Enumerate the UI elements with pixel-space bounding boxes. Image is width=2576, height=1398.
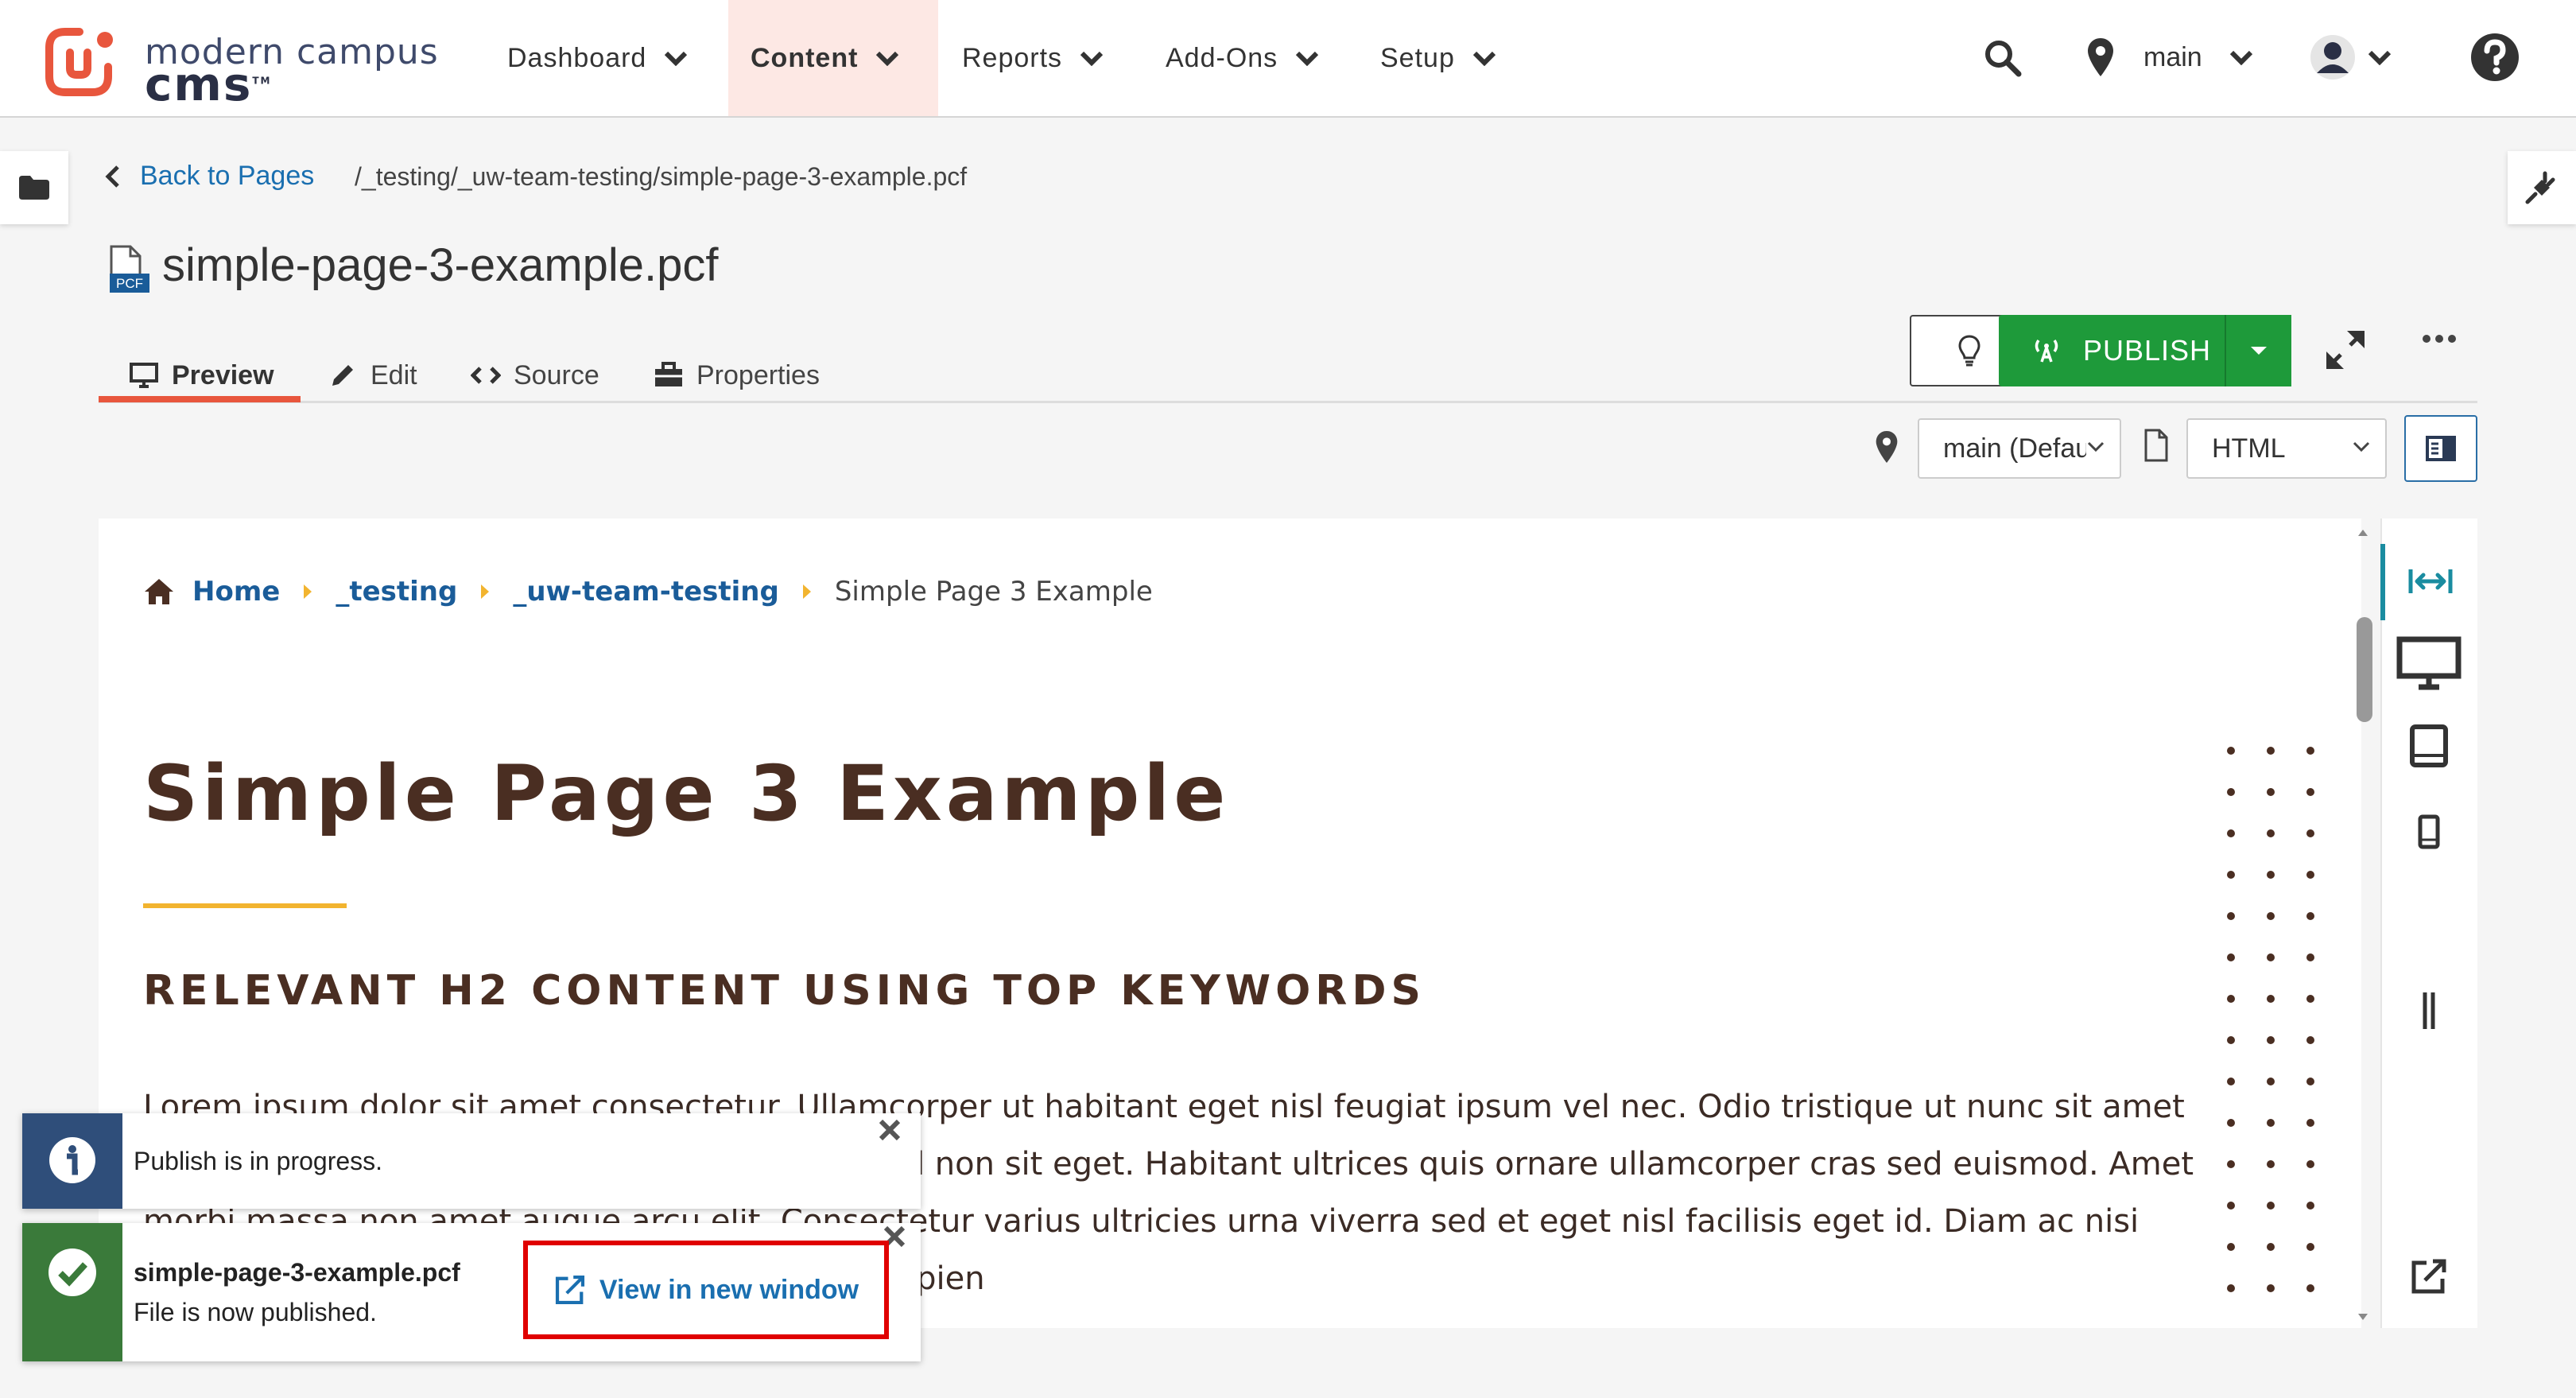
tab-edit[interactable]: Edit xyxy=(328,347,417,404)
nav-content[interactable]: Content xyxy=(728,0,938,116)
file-browser-tab[interactable] xyxy=(0,151,68,224)
user-avatar-icon xyxy=(2310,35,2355,80)
chevron-down-icon xyxy=(665,51,688,66)
file-icon xyxy=(2143,428,2169,463)
more-options-button[interactable] xyxy=(2422,334,2457,344)
fit-width-icon xyxy=(2408,569,2453,593)
output-select[interactable]: HTML xyxy=(2186,418,2387,479)
close-icon xyxy=(879,1119,901,1141)
toggle-side-panel-button[interactable] xyxy=(2404,415,2477,482)
view-in-new-window-button[interactable]: View in new window xyxy=(523,1241,889,1339)
fullscreen-button[interactable] xyxy=(2323,328,2368,372)
back-to-pages-link[interactable]: Back to Pages xyxy=(105,161,314,192)
branch-select[interactable]: main (Default) xyxy=(1918,418,2121,479)
preview-breadcrumb: Home _testing _uw-team-testing Simple Pa… xyxy=(143,576,1153,608)
nav-dashboard[interactable]: Dashboard xyxy=(507,0,688,116)
svg-text:PCF: PCF xyxy=(116,276,143,291)
gadgets-tab[interactable] xyxy=(2508,151,2576,224)
caret-right-icon xyxy=(802,584,811,599)
desktop-icon xyxy=(2396,636,2462,690)
monitor-icon xyxy=(130,363,158,388)
nav-reports[interactable]: Reports xyxy=(962,0,1104,116)
chevron-down-icon xyxy=(2368,50,2392,65)
help-icon xyxy=(2471,33,2519,81)
chevron-down-icon xyxy=(1296,51,1319,66)
chevron-down-icon xyxy=(2087,441,2105,452)
modern-campus-logo-icon xyxy=(45,28,113,96)
success-toast-filename: simple-page-3-example.pcf xyxy=(134,1258,460,1287)
map-marker-icon xyxy=(2088,38,2113,76)
tablet-icon xyxy=(2410,724,2448,767)
brand-name-line2: cmsTM xyxy=(145,57,272,111)
ellipsis-icon xyxy=(2423,335,2456,343)
tab-source[interactable]: Source xyxy=(471,347,599,404)
user-menu[interactable] xyxy=(2309,33,2392,81)
info-toast-close-button[interactable] xyxy=(878,1118,902,1142)
tabs-divider xyxy=(99,401,2477,403)
preview-crumb-home[interactable]: Home xyxy=(192,576,280,608)
check-circle-icon xyxy=(48,1248,96,1296)
info-toast: Publish is in progress. xyxy=(22,1113,921,1209)
code-icon xyxy=(471,367,501,384)
tab-properties[interactable]: Properties xyxy=(654,347,820,404)
file-path: /_testing/_uw-team-testing/simple-page-3… xyxy=(355,162,968,191)
caret-right-icon xyxy=(481,584,490,599)
device-active-indicator xyxy=(2380,544,2385,620)
expand-icon xyxy=(2326,331,2365,369)
pencil-icon xyxy=(332,365,353,386)
toolbox-icon xyxy=(655,362,682,386)
map-marker-icon xyxy=(1875,429,1899,464)
mobile-view-button[interactable] xyxy=(2417,814,2441,849)
info-toast-message: Publish is in progress. xyxy=(134,1147,383,1175)
chevron-down-icon xyxy=(2229,50,2252,65)
top-navigation: modern campus cmsTM Dashboard Content Re… xyxy=(0,0,2576,118)
chevron-down-icon xyxy=(2353,441,2370,452)
fit-width-button[interactable] xyxy=(2407,566,2454,596)
desktop-view-button[interactable] xyxy=(2396,636,2462,692)
success-toast-message: File is now published. xyxy=(134,1298,377,1326)
broadcast-tower-icon xyxy=(2035,339,2058,363)
external-link-icon xyxy=(2411,1259,2446,1294)
plug-icon xyxy=(2525,171,2555,204)
open-external-button[interactable] xyxy=(2409,1256,2449,1296)
nav-add-ons[interactable]: Add-Ons xyxy=(1166,0,1319,116)
brand-logo[interactable]: modern campus cmsTM xyxy=(40,21,453,111)
preview-crumb-current: Simple Page 3 Example xyxy=(834,576,1153,608)
caret-down-icon xyxy=(2251,347,2267,355)
preview-crumb-testing[interactable]: _testing xyxy=(336,576,457,608)
folder-icon xyxy=(19,176,49,200)
resize-handle[interactable] xyxy=(2420,991,2438,1031)
pcf-file-icon: PCF xyxy=(107,245,151,294)
info-toast-strip xyxy=(22,1113,122,1209)
chevron-down-icon xyxy=(1472,51,1496,66)
external-link-icon xyxy=(555,1275,584,1305)
preview-heading: Simple Page 3 Example xyxy=(143,749,1230,838)
drag-handle-icon xyxy=(2423,992,2435,1029)
mobile-icon xyxy=(2418,814,2440,849)
decorative-dots-pattern xyxy=(2227,747,2314,1292)
info-icon xyxy=(49,1137,95,1183)
nav-setup[interactable]: Setup xyxy=(1380,0,1496,116)
active-tab-indicator xyxy=(99,396,301,402)
heading-accent-rule xyxy=(143,903,347,908)
publish-options-dropdown[interactable] xyxy=(2225,315,2291,386)
sidebar-panel-icon xyxy=(2426,436,2456,461)
tablet-view-button[interactable] xyxy=(2409,724,2449,768)
caret-right-icon xyxy=(304,584,312,599)
search-icon xyxy=(1985,41,2022,77)
preview-crumb-uw-team-testing[interactable]: _uw-team-testing xyxy=(513,576,779,608)
page-title: simple-page-3-example.pcf xyxy=(162,239,719,291)
success-toast-strip xyxy=(22,1223,122,1361)
home-icon xyxy=(145,579,173,604)
preview-subheading: RELEVANT H2 CONTENT USING TOP KEYWORDS xyxy=(143,967,1426,1015)
site-selector[interactable]: main xyxy=(2086,37,2253,78)
preview-scrollbar-thumb[interactable] xyxy=(2357,617,2372,722)
help-button[interactable] xyxy=(2469,32,2520,83)
chevron-down-icon xyxy=(1080,51,1104,66)
chevron-down-icon xyxy=(876,51,899,66)
chevron-left-icon xyxy=(105,165,119,188)
search-button[interactable] xyxy=(1983,38,2023,78)
lightbulb-icon xyxy=(1958,335,1980,367)
